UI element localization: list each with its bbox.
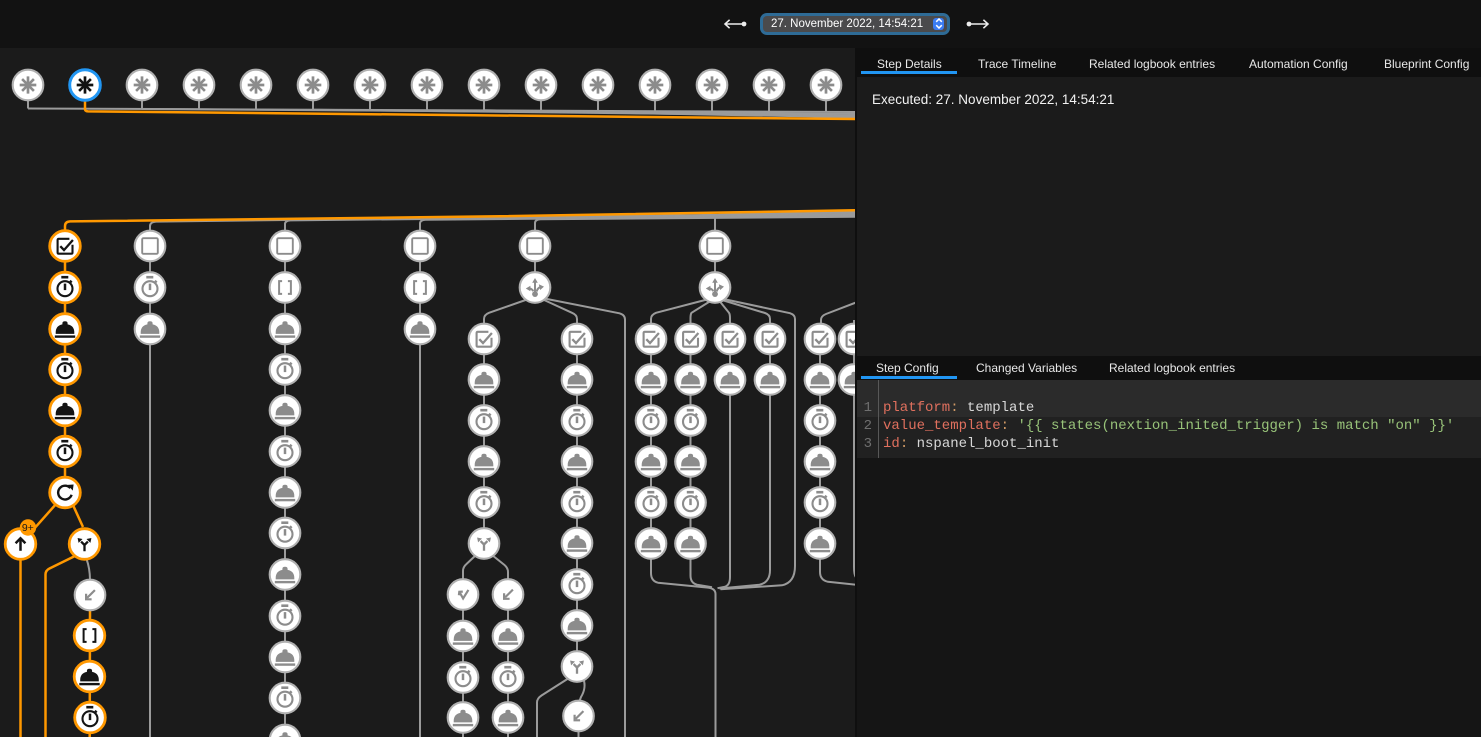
svg-text:9+: 9+ — [22, 522, 34, 534]
